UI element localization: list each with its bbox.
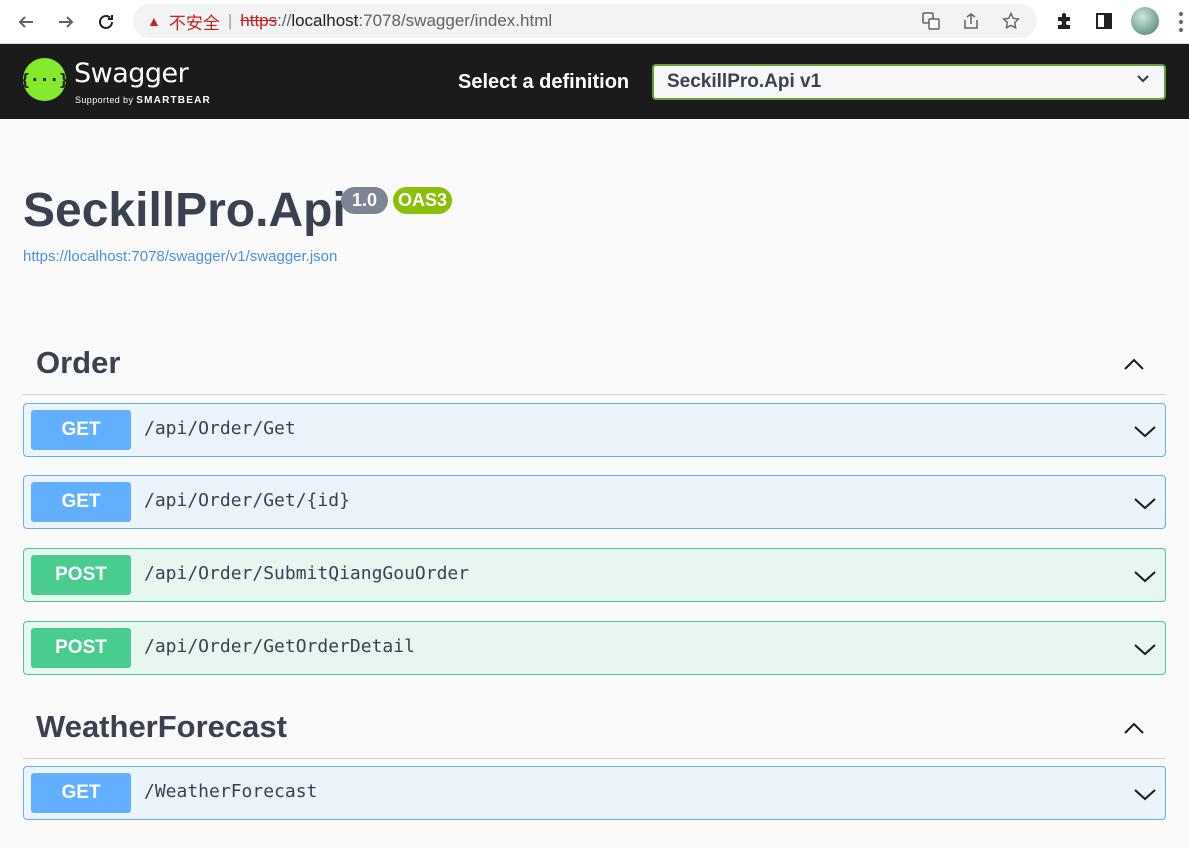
chevron-down-icon[interactable] (1133, 492, 1157, 514)
side-panel-icon[interactable] (1093, 10, 1115, 32)
url-scheme-separator: :// (277, 11, 292, 30)
chevron-down-icon[interactable] (1133, 565, 1157, 587)
operation-row[interactable]: GET /WeatherForecast (23, 766, 1166, 820)
chevron-up-icon[interactable] (1122, 717, 1146, 741)
tag-name: WeatherForecast (36, 709, 287, 744)
arrow-left-icon (18, 16, 33, 28)
definition-value: SeckillPro.Api v1 (667, 71, 822, 92)
reload-button[interactable] (92, 8, 120, 36)
oas-badge: OAS3 (393, 187, 452, 214)
swagger-topbar: {···} Swagger Supported by SMARTBEAR Sel… (0, 44, 1189, 119)
operation-row[interactable]: POST /api/Order/SubmitQiangGouOrder (23, 548, 1166, 602)
swagger-logo-icon[interactable]: {···} (20, 58, 69, 101)
browser-toolbar: ▲ 不安全 | https://localhost:7078/swagger/i… (0, 0, 1189, 44)
operation-row[interactable]: POST /api/Order/GetOrderDetail (23, 621, 1166, 675)
arrow-right-icon (59, 16, 74, 28)
operation-path: /api/Order/Get (144, 418, 296, 439)
more-menu-icon[interactable] (1176, 10, 1186, 34)
method-badge: POST (31, 555, 131, 595)
definition-label: Select a definition (458, 71, 630, 93)
method-badge: POST (31, 628, 131, 668)
operation-path: /api/Order/SubmitQiangGouOrder (144, 563, 470, 584)
operation-path: /api/Order/Get/{id} (144, 490, 350, 511)
definition-select[interactable]: SeckillPro.Api v1 (652, 64, 1166, 100)
tag-header-order[interactable]: Order (23, 345, 1166, 395)
operation-path: /api/Order/GetOrderDetail (144, 636, 415, 657)
extensions-icon[interactable] (1053, 10, 1075, 32)
profile-avatar[interactable] (1131, 7, 1159, 35)
method-badge: GET (31, 410, 131, 450)
forward-button[interactable] (52, 8, 80, 36)
chevron-down-icon[interactable] (1133, 783, 1157, 805)
method-badge: GET (31, 773, 131, 813)
spec-json-link[interactable]: https://localhost:7078/swagger/v1/swagge… (23, 248, 337, 265)
url-path: :7078/swagger/index.html (358, 11, 553, 30)
logo-brand: SMARTBEAR (136, 95, 211, 106)
logo-supported: Supported by (75, 95, 134, 105)
back-button[interactable] (12, 8, 40, 36)
translate-icon[interactable] (921, 11, 941, 31)
operation-path: /WeatherForecast (144, 781, 318, 802)
method-badge: GET (31, 482, 131, 522)
chevron-up-icon[interactable] (1122, 353, 1146, 377)
security-separator: | (227, 11, 233, 30)
chevron-down-icon (1136, 72, 1150, 91)
url-scheme: https (240, 11, 278, 30)
tag-header-weatherforecast[interactable]: WeatherForecast (23, 709, 1166, 759)
star-icon[interactable] (1001, 11, 1021, 31)
version-badge: 1.0 (341, 187, 388, 214)
address-bar[interactable]: ▲ 不安全 | https://localhost:7078/swagger/i… (133, 4, 1037, 38)
chevron-down-icon[interactable] (1133, 420, 1157, 442)
tag-name: Order (36, 345, 121, 380)
security-label: 不安全 (168, 13, 220, 33)
logo-subtitle: Supported by SMARTBEAR (75, 95, 211, 106)
operation-row[interactable]: GET /api/Order/Get/{id} (23, 475, 1166, 529)
operation-row[interactable]: GET /api/Order/Get (23, 403, 1166, 457)
warning-icon: ▲ (147, 13, 161, 29)
chevron-down-icon[interactable] (1133, 638, 1157, 660)
share-icon[interactable] (961, 11, 981, 31)
url-host: localhost (291, 11, 359, 30)
api-title: SeckillPro.Api (23, 184, 346, 237)
swagger-logo-text[interactable]: Swagger (74, 58, 189, 89)
reload-icon (99, 14, 113, 29)
